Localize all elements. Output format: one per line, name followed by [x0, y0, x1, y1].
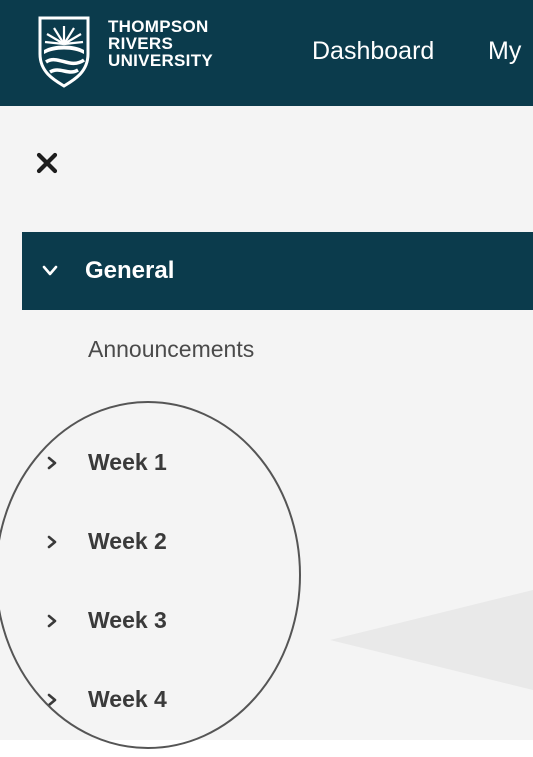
activity-announcements-link[interactable]: Announcements [88, 335, 254, 363]
section-week-1-label: Week 1 [88, 449, 167, 475]
section-week-1[interactable]: Week 1 [40, 442, 340, 482]
wordmark-line-1: THOMPSON [108, 17, 209, 36]
university-logo-icon[interactable] [34, 14, 94, 88]
chevron-down-icon [42, 265, 58, 276]
chevron-right-icon [47, 456, 57, 470]
section-week-3[interactable]: Week 3 [40, 600, 340, 640]
section-week-2-label: Week 2 [88, 528, 167, 554]
wordmark-line-3: UNIVERSITY [108, 51, 214, 70]
section-general-label: General [85, 257, 175, 284]
chevron-right-icon [47, 614, 57, 628]
course-index-drawer [0, 106, 533, 740]
wordmark-line-2: RIVERS [108, 34, 174, 53]
section-week-3-label: Week 3 [88, 607, 167, 633]
section-general[interactable]: General [22, 232, 533, 310]
nav-my-courses-link[interactable]: My [488, 36, 521, 66]
section-week-2[interactable]: Week 2 [40, 521, 340, 561]
section-week-4-label: Week 4 [88, 686, 167, 712]
chevron-right-icon [47, 535, 57, 549]
chevron-right-icon [47, 693, 57, 707]
university-wordmark[interactable]: THOMPSON RIVERS UNIVERSITY [108, 18, 213, 69]
close-icon[interactable] [36, 152, 58, 174]
section-week-4[interactable]: Week 4 [40, 679, 340, 719]
nav-dashboard-link[interactable]: Dashboard [312, 36, 434, 66]
top-navbar: THOMPSON RIVERS UNIVERSITY Dashboard My [0, 0, 533, 106]
